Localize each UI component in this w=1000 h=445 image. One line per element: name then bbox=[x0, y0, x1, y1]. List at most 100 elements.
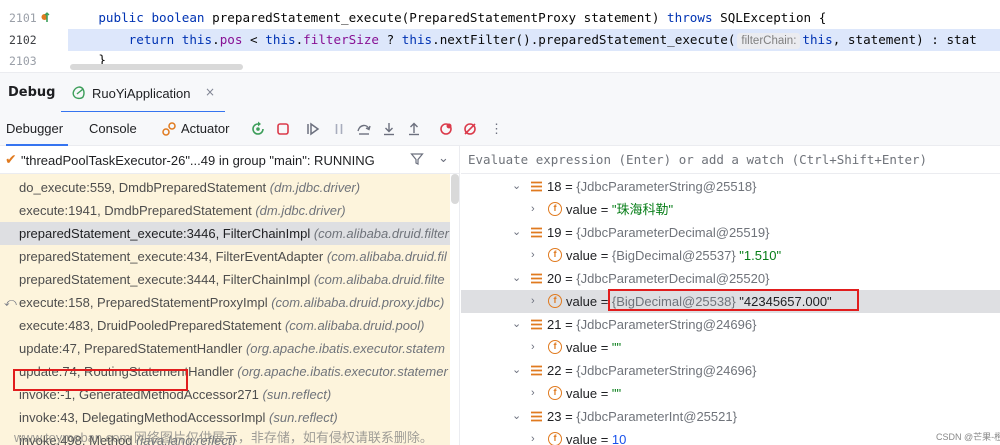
variable-entry[interactable]: ⌄ 23 = {JdbcParameterInt@25521} bbox=[461, 405, 1000, 428]
frame-method: execute:158, PreparedStatementProxyImpl bbox=[19, 295, 272, 310]
frame-method: execute:1941, DmdbPreparedStatement bbox=[19, 203, 256, 218]
code-text: SQLException { bbox=[720, 10, 827, 25]
field-icon: f bbox=[548, 202, 562, 216]
stack-frames-list[interactable]: do_execute:559, DmdbPreparedStatement (d… bbox=[0, 174, 450, 445]
stack-frame-row[interactable]: do_execute:559, DmdbPreparedStatement (d… bbox=[0, 176, 450, 199]
variable-field[interactable]: › f value = "珠海科勒" bbox=[461, 198, 1000, 221]
chevron-down-icon[interactable]: ⌄ bbox=[438, 151, 449, 166]
spring-boot-icon bbox=[72, 86, 85, 100]
field-ref: filterSize bbox=[303, 32, 379, 47]
current-execution-line[interactable]: return this.pos < this.filterSize ? this… bbox=[68, 29, 1000, 51]
view-breakpoints-icon[interactable] bbox=[438, 121, 454, 137]
thread-selector[interactable]: ✔ "threadPoolTaskExecutor-26"...49 in gr… bbox=[0, 146, 459, 174]
frame-package: (com.alibaba.druid.fil bbox=[326, 249, 447, 264]
variable-text: value = "珠海科勒" bbox=[566, 202, 674, 217]
variable-text: 18 = {JdbcParameterString@25518} bbox=[547, 179, 757, 194]
return-icon: ⤺ bbox=[4, 295, 17, 309]
rerun-icon[interactable] bbox=[250, 121, 266, 137]
resume-icon[interactable] bbox=[305, 121, 321, 137]
tool-window-title: Debug bbox=[8, 85, 56, 100]
variable-field[interactable]: › f value = {BigDecimal@25537} "1.510" bbox=[461, 244, 1000, 267]
expand-chevron-icon[interactable]: ⌄ bbox=[512, 221, 521, 244]
expand-chevron-icon[interactable]: ⌄ bbox=[512, 267, 521, 290]
stack-frame-row[interactable]: execute:483, DruidPooledPreparedStatemen… bbox=[0, 314, 450, 337]
more-options-icon[interactable]: ⋮ bbox=[490, 112, 503, 146]
step-into-icon[interactable] bbox=[381, 121, 397, 137]
stack-frame-row[interactable]: preparedStatement_execute:3446, FilterCh… bbox=[0, 222, 450, 245]
method-signature: preparedStatement_execute(PreparedStatem… bbox=[212, 10, 660, 25]
step-over-icon[interactable] bbox=[356, 121, 372, 137]
step-out-icon[interactable] bbox=[406, 121, 422, 137]
code-line[interactable]: public boolean preparedStatement_execute… bbox=[68, 7, 1000, 29]
frame-method: execute:483, DruidPooledPreparedStatemen… bbox=[19, 318, 285, 333]
frame-package: (com.alibaba.druid.pool) bbox=[284, 318, 425, 333]
filter-icon[interactable] bbox=[410, 152, 424, 166]
credit-label: CSDN @芒果-橙 bbox=[936, 432, 1000, 442]
keyword: throws bbox=[667, 10, 713, 25]
array-element-icon bbox=[531, 273, 542, 284]
frame-method: preparedStatement_execute:3446, FilterCh… bbox=[19, 226, 314, 241]
line-number: 2102 bbox=[9, 33, 37, 47]
override-marker-icon[interactable] bbox=[41, 12, 50, 23]
frames-panel: ✔ "threadPoolTaskExecutor-26"...49 in gr… bbox=[0, 146, 460, 445]
tab-actuator[interactable]: Actuator bbox=[181, 112, 229, 146]
pause-icon[interactable] bbox=[331, 121, 347, 137]
frame-package: (org.apache.ibatis.executor.statem bbox=[245, 341, 445, 356]
expand-chevron-icon[interactable]: ⌄ bbox=[512, 175, 521, 198]
debug-tool-window-header: Debug RuoYiApplication × bbox=[0, 72, 1000, 113]
keyword: boolean bbox=[151, 10, 205, 25]
variable-field[interactable]: › f value = "" bbox=[461, 336, 1000, 359]
variable-entry[interactable]: ⌄ 20 = {JdbcParameterDecimal@25520} bbox=[461, 267, 1000, 290]
stack-frame-row[interactable]: ⤺ execute:158, PreparedStatementProxyImpl… bbox=[0, 291, 450, 314]
collapse-chevron-icon[interactable]: › bbox=[531, 198, 535, 221]
mute-breakpoints-icon[interactable] bbox=[462, 121, 478, 137]
collapse-chevron-icon[interactable]: › bbox=[531, 336, 535, 359]
horizontal-scrollbar[interactable] bbox=[70, 64, 243, 70]
parameter-hint: filterChain: bbox=[737, 33, 801, 49]
evaluate-expression-input[interactable]: Evaluate expression (Enter) or add a wat… bbox=[461, 146, 1000, 174]
line-number: 2101 bbox=[9, 11, 37, 25]
close-tab-icon[interactable]: × bbox=[205, 85, 215, 99]
field-icon: f bbox=[548, 294, 562, 308]
frame-package: (sun.reflect) bbox=[262, 387, 332, 402]
variable-entry[interactable]: ⌄ 22 = {JdbcParameterString@24696} bbox=[461, 359, 1000, 382]
field-icon: f bbox=[548, 248, 562, 262]
checkmark-icon: ✔ bbox=[5, 152, 17, 168]
tab-console[interactable]: Console bbox=[89, 112, 137, 146]
variable-text: value = {BigDecimal@25537} "1.510" bbox=[566, 248, 782, 263]
run-config-tab[interactable]: RuoYiApplication × bbox=[61, 73, 225, 113]
frame-package: (com.alibaba.druid.proxy.jdbc) bbox=[271, 295, 445, 310]
code-editor[interactable]: 2101 2102 2103 public boolean preparedSt… bbox=[0, 0, 1000, 72]
field-ref: pos bbox=[219, 32, 243, 47]
variable-entry[interactable]: ⌄ 18 = {JdbcParameterString@25518} bbox=[461, 175, 1000, 198]
line-number: 2103 bbox=[9, 54, 37, 68]
collapse-chevron-icon[interactable]: › bbox=[531, 290, 535, 313]
collapse-chevron-icon[interactable]: › bbox=[531, 382, 535, 405]
code-text: , statement) : stat bbox=[832, 32, 977, 47]
variable-text: value = 10 bbox=[566, 432, 627, 445]
expand-chevron-icon[interactable]: ⌄ bbox=[512, 359, 521, 382]
stack-frame-row[interactable]: preparedStatement_execute:434, FilterEve… bbox=[0, 245, 450, 268]
variable-entry[interactable]: ⌄ 21 = {JdbcParameterString@24696} bbox=[461, 313, 1000, 336]
variable-field[interactable]: › f value = 10 bbox=[461, 428, 1000, 445]
stack-frame-row[interactable]: execute:1941, DmdbPreparedStatement (dm.… bbox=[0, 199, 450, 222]
expand-chevron-icon[interactable]: ⌄ bbox=[512, 313, 521, 336]
stack-frame-row[interactable]: preparedStatement_execute:3444, FilterCh… bbox=[0, 268, 450, 291]
variable-entry[interactable]: ⌄ 19 = {JdbcParameterDecimal@25519} bbox=[461, 221, 1000, 244]
collapse-chevron-icon[interactable]: › bbox=[531, 244, 535, 267]
variable-text: 20 = {JdbcParameterDecimal@25520} bbox=[547, 271, 770, 286]
tab-debugger[interactable]: Debugger bbox=[6, 112, 68, 146]
frame-method: preparedStatement_execute:3444, FilterCh… bbox=[19, 272, 314, 287]
variable-field[interactable]: › f value = "" bbox=[461, 382, 1000, 405]
frame-package: (com.alibaba.druid.filte bbox=[313, 272, 445, 287]
stop-icon[interactable] bbox=[275, 121, 291, 137]
stack-frame-row[interactable]: invoke:43, DelegatingMethodAccessorImpl … bbox=[0, 406, 450, 429]
collapse-chevron-icon[interactable]: › bbox=[531, 428, 535, 445]
stack-frame-row[interactable]: update:47, PreparedStatementHandler (org… bbox=[0, 337, 450, 360]
expand-chevron-icon[interactable]: ⌄ bbox=[512, 405, 521, 428]
frame-method: do_execute:559, DmdbPreparedStatement bbox=[19, 180, 270, 195]
debugger-toolbar: Debugger Console Actuator ⋮ bbox=[0, 112, 1000, 146]
watermark: www.toymoban.com 网络图片仅供展示，非存储，如有侵权请联系删除。 bbox=[14, 430, 433, 445]
field-icon: f bbox=[548, 432, 562, 445]
vertical-scrollbar[interactable] bbox=[451, 174, 459, 204]
